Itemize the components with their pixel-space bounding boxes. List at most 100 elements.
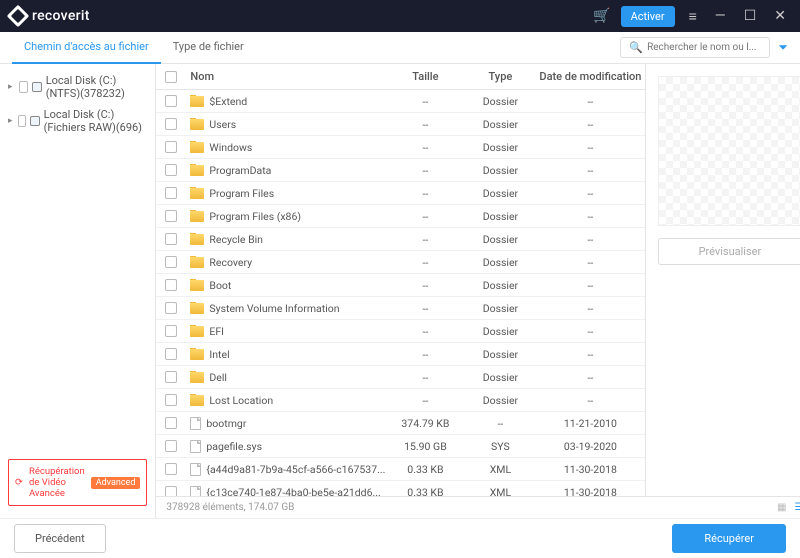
table-row[interactable]: EFI--Dossier-- <box>156 320 645 343</box>
row-checkbox[interactable] <box>165 486 177 496</box>
close-icon[interactable]: ✕ <box>770 8 790 24</box>
file-type: Dossier <box>465 279 535 292</box>
tree-item[interactable]: ▸Local Disk (C:)(NTFS)(378232) <box>0 70 155 104</box>
caret-icon[interactable]: ▸ <box>8 82 15 92</box>
table-row[interactable]: Lost Location--Dossier-- <box>156 389 645 412</box>
menu-icon[interactable]: ≡ <box>685 8 701 25</box>
col-name[interactable]: Nom <box>186 70 385 83</box>
table-row[interactable]: Dell --Dossier-- <box>156 366 645 389</box>
view-grid-icon[interactable]: ▦ <box>777 502 786 513</box>
tab-file-type[interactable]: Type de fichier <box>161 32 256 64</box>
select-all-checkbox[interactable] <box>165 71 177 83</box>
file-size: -- <box>385 371 465 384</box>
cart-icon[interactable]: 🛒 <box>593 8 610 24</box>
folder-icon <box>190 165 204 176</box>
file-name: Boot <box>209 279 231 292</box>
table-row[interactable]: Recycle Bin--Dossier-- <box>156 228 645 251</box>
activate-button[interactable]: Activer <box>621 6 675 27</box>
file-date: -- <box>535 394 645 407</box>
file-name: bootmgr <box>206 417 246 430</box>
preview-button[interactable]: Prévisualiser <box>658 238 800 265</box>
search-box[interactable]: 🔍 <box>620 37 770 58</box>
table-row[interactable]: Boot --Dossier-- <box>156 274 645 297</box>
table-row[interactable]: ProgramData--Dossier-- <box>156 159 645 182</box>
file-name: {a44d9a81-7b9a-45cf-a566-c167537... <box>206 463 385 476</box>
row-checkbox[interactable] <box>165 164 177 176</box>
previous-button[interactable]: Précédent <box>14 524 106 553</box>
logo-icon <box>7 5 30 28</box>
status-text: 378928 éléments, 174.07 GB <box>166 502 294 513</box>
recover-button[interactable]: Récupérer <box>672 524 786 553</box>
table-row[interactable]: {c13ce740-1e87-4ba0-be5e-a21dd6...0.33 K… <box>156 481 645 496</box>
row-checkbox[interactable] <box>165 371 177 383</box>
tree-checkbox[interactable] <box>19 81 28 93</box>
footer: Précédent Récupérer <box>0 518 800 558</box>
row-checkbox[interactable] <box>165 302 177 314</box>
table-row[interactable]: Intel--Dossier-- <box>156 343 645 366</box>
file-type: -- <box>465 417 535 430</box>
col-date[interactable]: Date de modification <box>535 70 645 83</box>
table-row[interactable]: Users--Dossier-- <box>156 113 645 136</box>
table-row[interactable]: System Volume Information--Dossier-- <box>156 297 645 320</box>
minimize-icon[interactable]: — <box>711 8 730 24</box>
row-checkbox[interactable] <box>165 210 177 222</box>
file-type: Dossier <box>465 371 535 384</box>
file-name: EFI <box>209 325 224 338</box>
file-icon <box>190 417 201 430</box>
table-row[interactable]: {a44d9a81-7b9a-45cf-a566-c167537...0.33 … <box>156 458 645 481</box>
row-checkbox[interactable] <box>165 417 177 429</box>
file-name: $Extend <box>209 95 247 108</box>
file-type: Dossier <box>465 118 535 131</box>
caret-icon[interactable]: ▸ <box>8 116 14 126</box>
file-date: -- <box>535 279 645 292</box>
file-name: Program Files <box>209 187 274 200</box>
file-size: 0.33 KB <box>385 463 465 476</box>
row-checkbox[interactable] <box>165 118 177 130</box>
advanced-video-recovery[interactable]: ⟳ Récupération de Vidéo Avancée Advanced <box>8 459 147 506</box>
file-size: -- <box>385 279 465 292</box>
filter-icon[interactable]: ⏷ <box>778 40 788 55</box>
row-checkbox[interactable] <box>165 187 177 199</box>
row-checkbox[interactable] <box>165 348 177 360</box>
row-checkbox[interactable] <box>165 463 177 475</box>
col-size[interactable]: Taille <box>385 70 465 83</box>
file-size: -- <box>385 256 465 269</box>
maximize-icon[interactable]: ☐ <box>740 8 761 24</box>
table-row[interactable]: Recovery--Dossier-- <box>156 251 645 274</box>
file-date: -- <box>535 371 645 384</box>
tree-label: Local Disk (C:)(Fichiers RAW)(696) <box>44 108 148 134</box>
row-checkbox[interactable] <box>165 256 177 268</box>
view-list-icon[interactable]: ☰ <box>794 502 800 513</box>
preview-thumbnail <box>658 76 800 226</box>
tree-checkbox[interactable] <box>18 115 26 127</box>
table-row[interactable]: Program Files--Dossier-- <box>156 182 645 205</box>
refresh-icon: ⟳ <box>15 477 23 488</box>
search-input[interactable] <box>647 42 761 53</box>
file-name: Dell <box>209 371 227 384</box>
row-checkbox[interactable] <box>165 325 177 337</box>
row-checkbox[interactable] <box>165 95 177 107</box>
row-checkbox[interactable] <box>165 141 177 153</box>
file-type: Dossier <box>465 95 535 108</box>
col-type[interactable]: Type <box>465 70 535 83</box>
file-size: -- <box>385 348 465 361</box>
file-date: -- <box>535 164 645 177</box>
file-date: -- <box>535 141 645 154</box>
table-row[interactable]: Windows--Dossier-- <box>156 136 645 159</box>
file-date: -- <box>535 256 645 269</box>
row-checkbox[interactable] <box>165 279 177 291</box>
table-row[interactable]: Program Files (x86)--Dossier-- <box>156 205 645 228</box>
file-name: Recycle Bin <box>209 233 263 246</box>
tab-file-path[interactable]: Chemin d'accès au fichier <box>12 32 161 64</box>
row-checkbox[interactable] <box>165 233 177 245</box>
table-row[interactable]: $Extend--Dossier-- <box>156 90 645 113</box>
folder-icon <box>190 119 204 130</box>
folder-icon <box>190 257 204 268</box>
row-checkbox[interactable] <box>165 440 177 452</box>
tree-item[interactable]: ▸ Local Disk (C:)(Fichiers RAW)(696) <box>0 104 155 138</box>
table-row[interactable]: pagefile.sys15.90 GBSYS03-19-2020 <box>156 435 645 458</box>
file-name: Program Files (x86) <box>209 210 301 223</box>
table-row[interactable]: bootmgr374.79 KB--11-21-2010 <box>156 412 645 435</box>
row-checkbox[interactable] <box>165 394 177 406</box>
folder-icon <box>190 372 204 383</box>
